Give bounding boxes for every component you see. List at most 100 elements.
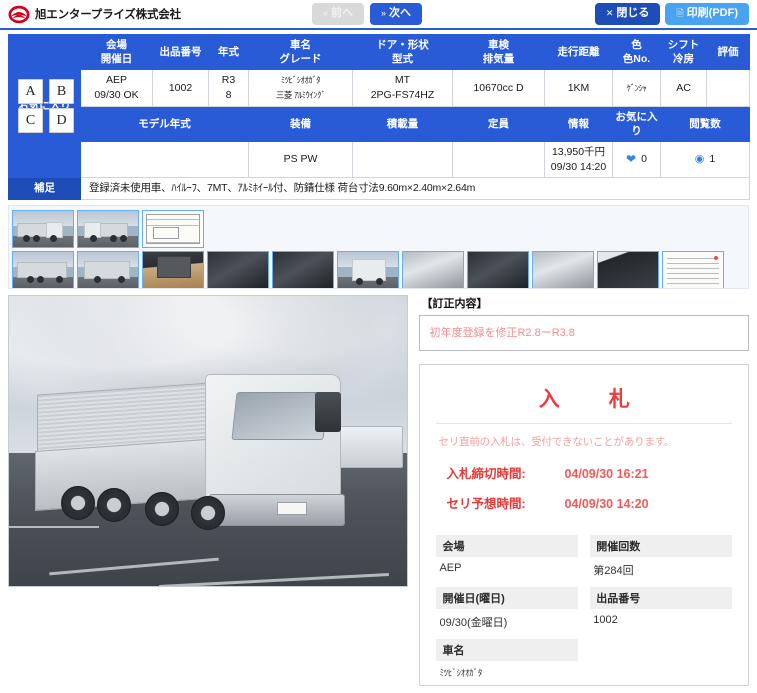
bid-auction-label: セリ予想時間: bbox=[446, 497, 526, 512]
brand-name: 旭エンタープライズ株式会社 bbox=[35, 9, 181, 21]
thumbnail-fuel-tank-detail[interactable] bbox=[532, 251, 594, 289]
correction-box: 初年度登録を修正R2.8ーR3.8 bbox=[419, 315, 749, 352]
th-color-line2: 色No. bbox=[622, 53, 651, 66]
close-button[interactable]: ✕ 閉じる bbox=[594, 3, 661, 25]
next-button[interactable]: » 次へ bbox=[370, 3, 423, 25]
favorite-button-b[interactable]: B bbox=[49, 79, 74, 104]
main-vehicle-photo[interactable] bbox=[8, 295, 408, 588]
th-color: 色 色No. bbox=[612, 33, 661, 71]
th-shift-ac: シフト 冷房 bbox=[660, 33, 707, 71]
next-label: 次へ bbox=[389, 7, 412, 19]
thumbnail-inspection-sheet-drawing[interactable] bbox=[142, 210, 204, 249]
cell-car-name: ﾐﾂﾋﾞｼｵｵｶﾞﾀ 三菱 ｱﾙﾐｳｲﾝｸﾞ bbox=[248, 69, 353, 107]
venue-date-value: 09/30 OK bbox=[94, 89, 139, 102]
year-month-value: 8 bbox=[225, 89, 232, 102]
thumbnail-undercarriage-wheels[interactable] bbox=[207, 251, 269, 289]
shift-ac-value: AC bbox=[676, 81, 691, 94]
thumbnail-truck-front-right-quarter[interactable] bbox=[12, 210, 74, 249]
close-icon: ✕ bbox=[605, 8, 614, 19]
meta-spacer-2 bbox=[590, 661, 732, 679]
cell-door-model: MT 2PG-FS74HZ bbox=[352, 69, 453, 107]
photo-column bbox=[8, 295, 409, 686]
info-price-value: 13,950千円 bbox=[551, 146, 606, 159]
brand: 旭エンタープライズ株式会社 bbox=[8, 5, 181, 24]
th-venue: 会場 開催日 bbox=[80, 33, 153, 71]
favorite-button-d[interactable]: D bbox=[49, 108, 74, 133]
th-color-line1: 色 bbox=[631, 39, 642, 51]
bid-panel: 入 札 セリ直前の入札は、受付できないことがあります。 入札締切時間: 04/0… bbox=[419, 364, 749, 687]
vehicle-summary-table: お気に入り 会場 開催日 出品番号 年式 車名 グレード ドア・形状 型式 車検 bbox=[8, 33, 750, 201]
th-seats: 定員 bbox=[452, 105, 545, 143]
cell-venue: AEP 09/30 OK bbox=[80, 69, 153, 107]
bid-divider bbox=[436, 423, 732, 425]
th-shift-line1: シフト bbox=[667, 39, 700, 51]
print-pdf-button[interactable]: 🗎 印刷(PDF) bbox=[665, 3, 749, 25]
bid-meta-grid: 会場 開催回数 AEP 第284回 開催日(曜日) 出品番号 09/30(金曜日… bbox=[436, 526, 732, 679]
heart-icon: ❤ bbox=[626, 152, 637, 167]
thumbnail-engine-bay[interactable] bbox=[467, 251, 529, 289]
th-lot-no: 出品番号 bbox=[152, 33, 209, 71]
info-column: 【訂正内容】 初年度登録を修正R2.8ーR3.8 入 札 セリ直前の入札は、受付… bbox=[419, 295, 749, 687]
meta-value-session-count: 第284回 bbox=[593, 565, 634, 578]
meta-key-venue: 会場 bbox=[436, 535, 579, 558]
meta-key-car-name: 車名 bbox=[436, 639, 579, 662]
cell-year: R3 8 bbox=[208, 69, 249, 107]
cell-view-count: ◉ 1 bbox=[660, 141, 750, 179]
thumbnail-truck-rear-quarter[interactable] bbox=[77, 251, 139, 289]
favorite-button-a[interactable]: A bbox=[18, 79, 43, 104]
cell-equipment: PS PW bbox=[248, 141, 353, 179]
meta-key-session-count: 開催回数 bbox=[590, 535, 732, 558]
thumbnail-truck-rear-left-side[interactable] bbox=[12, 251, 74, 289]
cell-color: ｹﾞﾝｼｬ bbox=[612, 69, 661, 107]
th-door-line1: ドア・形状 bbox=[376, 39, 429, 51]
car-name-value: ﾐﾂﾋﾞｼｵｵｶﾞﾀ bbox=[280, 75, 321, 86]
header-actions: ✕ 閉じる 🗎 印刷(PDF) bbox=[594, 3, 749, 25]
th-door-shape: ドア・形状 型式 bbox=[352, 33, 453, 71]
grade-value: 三菱 ｱﾙﾐｳｲﾝｸﾞ bbox=[275, 90, 326, 101]
th-views: 閲覧数 bbox=[660, 105, 750, 143]
thumbnail-cab-interior-seat[interactable] bbox=[597, 251, 659, 289]
th-rating: 評価 bbox=[706, 33, 750, 71]
meta-key-event-date: 開催日(曜日) bbox=[436, 587, 579, 610]
fav-count-value: 0 bbox=[641, 153, 647, 166]
thumbnail-cab-front-close[interactable] bbox=[337, 251, 399, 289]
thumbnail-row-2 bbox=[12, 251, 745, 289]
meta-key-lot-no: 出品番号 bbox=[590, 587, 732, 610]
favorite-button-c[interactable]: C bbox=[18, 108, 43, 133]
color-value: ｹﾞﾝｼｬ bbox=[626, 82, 647, 93]
th-capacity: 積載量 bbox=[352, 105, 453, 143]
table-header-row-1: お気に入り 会場 開催日 出品番号 年式 車名 グレード ドア・形状 型式 車検 bbox=[8, 33, 750, 179]
th-car-name-line1: 車名 bbox=[290, 39, 311, 51]
model-code-value: 2PG-FS74HZ bbox=[370, 89, 435, 102]
th-shaken-line1: 車検 bbox=[488, 39, 509, 51]
cell-lot-no: 1002 bbox=[152, 69, 209, 107]
eye-icon: ◉ bbox=[694, 153, 705, 166]
cell-info: 13,950千円 09/30 14:20 bbox=[544, 141, 613, 179]
bid-deadline-row: 入札締切時間: 04/09/30 16:21 bbox=[446, 463, 732, 482]
thumbnail-chassis-underside[interactable] bbox=[272, 251, 334, 289]
thumbnail-inspection-certificate[interactable] bbox=[662, 251, 724, 289]
th-car-name: 車名 グレード bbox=[248, 33, 353, 71]
thumbnail-truck-front-left-quarter[interactable] bbox=[77, 210, 139, 249]
table-header-row-2: モデル年式 装備 積載量 定員 情報 お気に入り 閲覧数 bbox=[9, 105, 750, 143]
thumbnail-cargo-bay-interior[interactable] bbox=[142, 251, 204, 289]
th-car-name-line2: グレード bbox=[279, 53, 322, 66]
cell-fav-count: ❤ 0 bbox=[612, 141, 661, 179]
thumbnail-side-panel-detail[interactable] bbox=[402, 251, 464, 289]
th-favorite-2: お気に入り bbox=[612, 105, 661, 143]
year-value: R3 bbox=[221, 74, 236, 87]
th-venue-line1: 会場 bbox=[106, 39, 127, 51]
print-label: 印刷(PDF) bbox=[686, 7, 738, 19]
th-equipment: 装備 bbox=[248, 105, 353, 143]
prev-button[interactable]: « 前へ bbox=[312, 3, 365, 25]
meta-value-venue: AEP bbox=[439, 562, 462, 575]
th-model-year: モデル年式 bbox=[80, 105, 249, 143]
bid-auction-value: 04/09/30 14:20 bbox=[564, 497, 649, 512]
bid-deadline-value: 04/09/30 16:21 bbox=[564, 467, 649, 482]
table-data-row-1: AEP 09/30 OK 1002 R3 8 ﾐﾂﾋﾞｼｵｵｶﾞﾀ 三菱 ｱﾙﾐ… bbox=[9, 69, 750, 107]
info-time-value: 09/30 14:20 bbox=[550, 160, 607, 173]
asahi-circle-logo-icon bbox=[8, 5, 30, 23]
supplement-text: 登録済未使用車、ﾊｲﾙｰﾌ、7MT、ｱﾙﾐﾎｲｰﾙ付、防錆仕様 荷台寸法9.60… bbox=[80, 177, 750, 201]
supplement-label: 補足 bbox=[8, 177, 81, 201]
bid-deadline-label: 入札締切時間: bbox=[446, 467, 526, 482]
